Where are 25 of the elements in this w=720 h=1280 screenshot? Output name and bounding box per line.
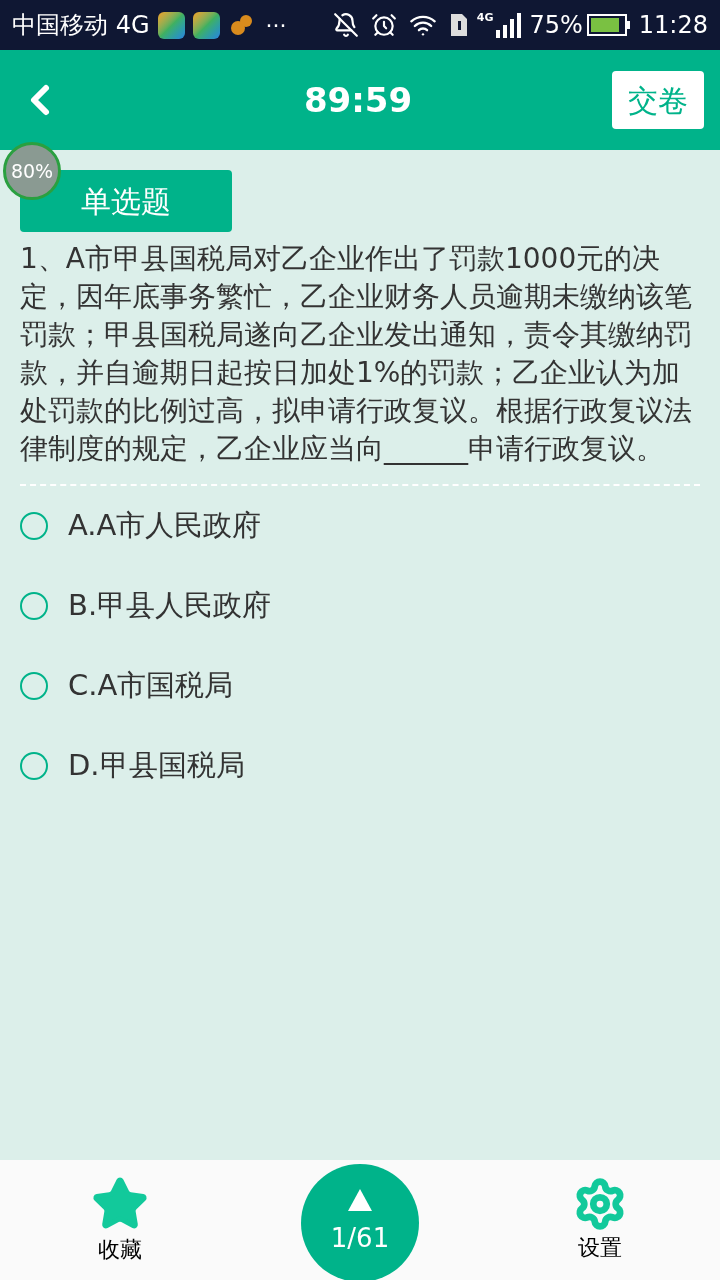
more-text: ··· xyxy=(265,11,287,40)
radio-button[interactable] xyxy=(20,592,48,620)
signal-icon xyxy=(495,12,522,38)
network-type-text: 4G xyxy=(476,12,494,23)
mute-icon xyxy=(332,12,359,38)
radio-button[interactable] xyxy=(20,512,48,540)
radio-button[interactable] xyxy=(20,672,48,700)
app-icon xyxy=(157,11,185,39)
up-arrow-icon xyxy=(348,1188,372,1211)
radio-button[interactable] xyxy=(20,752,48,780)
answer-option[interactable]: A.A市人民政府 xyxy=(20,486,700,566)
alarm-icon xyxy=(370,12,397,38)
answer-option[interactable]: C.A市国税局 xyxy=(20,646,700,726)
sim-icon xyxy=(448,12,469,38)
clock-time: 11:28 xyxy=(638,10,708,41)
favorite-button[interactable]: 收藏 xyxy=(80,1174,160,1266)
carrier-text: 中国移动 4G xyxy=(12,10,150,41)
countdown-timer: 89:59 xyxy=(303,78,413,122)
settings-button[interactable]: 设置 xyxy=(560,1176,640,1264)
answer-option[interactable]: B.甲县人民政府 xyxy=(20,566,700,646)
answer-option[interactable]: D.甲县国税局 xyxy=(20,726,700,806)
battery-percent: 75% xyxy=(529,10,583,41)
battery-icon xyxy=(586,14,631,36)
question-text: 1、A市甲县国税局对乙企业作出了罚款1000元的决定，因年底事务繁忙，乙企业财务人员逾期未缴纳该笔罚款；甲县国税局遂向乙企业发出通知，责令其缴纳罚款，并自逾期日起按日加处1%的罚款；乙企业认为加处罚款的比例过高，拟申请行政复议。根据行政复议法律制度的规定，乙企业应当向______申请行政复议。 xyxy=(20,241,693,467)
app-icon xyxy=(192,11,220,39)
